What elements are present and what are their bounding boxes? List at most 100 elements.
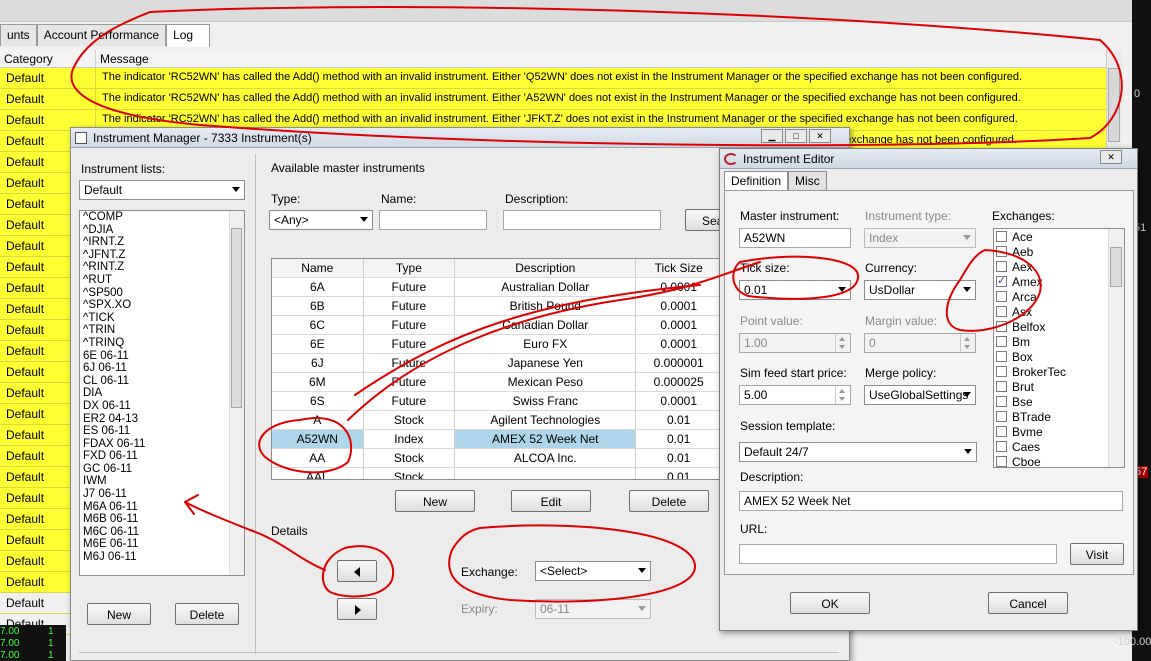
exchange-item[interactable]: Box (994, 349, 1124, 364)
instrument-manager-titlebar[interactable]: Instrument Manager - 7333 Instrument(s) (71, 128, 849, 148)
table-row[interactable]: AAL Stock 0.01 (272, 468, 722, 479)
checkbox[interactable] (996, 456, 1007, 467)
checkbox[interactable] (996, 246, 1007, 257)
instrument-editor-titlebar[interactable]: Instrument Editor (720, 149, 1137, 169)
checkbox[interactable] (996, 411, 1007, 422)
delete-list-button[interactable]: Delete (175, 603, 239, 625)
exchange-item[interactable]: Arca (994, 289, 1124, 304)
tab-log[interactable]: Log (166, 24, 211, 47)
exchange-item[interactable]: BrokerTec (994, 364, 1124, 379)
type-select[interactable]: <Any> (269, 210, 373, 230)
description-input[interactable]: AMEX 52 Week Net (739, 491, 1123, 511)
tab-accounts[interactable]: unts (0, 24, 37, 46)
list-item[interactable]: ^TRIN (80, 324, 244, 337)
list-item[interactable]: M6J 06-11 (80, 551, 244, 564)
table-row[interactable]: 6A Future Australian Dollar 0.0001 (272, 278, 722, 297)
minimize-icon[interactable]: ▁ (761, 129, 783, 143)
list-item[interactable]: ER2 04-13 (80, 413, 244, 426)
checkbox[interactable] (996, 306, 1007, 317)
table-row[interactable]: 6C Future Canadian Dollar 0.0001 (272, 316, 722, 335)
table-row[interactable]: AA Stock ALCOA Inc. 0.01 (272, 449, 722, 468)
header-tick-size[interactable]: Tick Size (636, 259, 722, 277)
checkbox[interactable] (996, 351, 1007, 362)
list-item[interactable]: J7 06-11 (80, 488, 244, 501)
list-item[interactable]: M6B 06-11 (80, 513, 244, 526)
list-item[interactable]: CL 06-11 (80, 375, 244, 388)
list-item[interactable]: ^TICK (80, 312, 244, 325)
table-row[interactable]: 6E Future Euro FX 0.0001 (272, 335, 722, 354)
exchange-item[interactable]: Belfox (994, 319, 1124, 334)
visit-button[interactable]: Visit (1070, 543, 1124, 565)
exchange-item[interactable]: Cboe (994, 454, 1124, 467)
list-item[interactable]: ES 06-11 (80, 425, 244, 438)
instrument-type-select[interactable]: Index (864, 228, 976, 248)
name-input[interactable] (379, 210, 487, 230)
log-row[interactable]: Default The indicator 'RC52WN' has calle… (0, 68, 1106, 89)
instrument-lists-select[interactable]: Default (79, 180, 245, 200)
header-name[interactable]: Name (272, 259, 364, 277)
exchange-item[interactable]: Bse (994, 394, 1124, 409)
close-icon[interactable]: ✕ (809, 129, 831, 143)
exchange-item[interactable]: BTrade (994, 409, 1124, 424)
exchange-item[interactable]: Ace (994, 229, 1124, 244)
log-row[interactable]: Default The indicator 'RC52WN' has calle… (0, 89, 1106, 110)
list-item[interactable]: FXD 06-11 (80, 450, 244, 463)
table-row[interactable]: 6B Future British Pound 0.0001 (272, 297, 722, 316)
spinner-icon[interactable] (960, 334, 974, 352)
tab-misc[interactable]: Misc (788, 171, 827, 190)
spinner-icon[interactable] (835, 386, 849, 404)
tab-account-performance[interactable]: Account Performance (36, 24, 167, 46)
checkbox[interactable] (996, 381, 1007, 392)
list-item[interactable]: ^IRNT.Z (80, 236, 244, 249)
session-template-select[interactable]: Default 24/7 (739, 442, 977, 462)
tick-size-select[interactable]: 0.01 (739, 280, 851, 300)
checkbox[interactable] (996, 291, 1007, 302)
column-category[interactable]: Category (0, 50, 96, 67)
exchange-item[interactable]: Amex (994, 274, 1124, 289)
cancel-button[interactable]: Cancel (988, 592, 1068, 614)
ok-button[interactable]: OK (790, 592, 870, 614)
margin-value-input[interactable]: 0 (864, 333, 976, 353)
move-right-button[interactable] (337, 598, 377, 620)
point-value-input[interactable]: 1.00 (739, 333, 851, 353)
checkbox[interactable] (996, 441, 1007, 452)
exchange-item[interactable]: Caes (994, 439, 1124, 454)
list-item[interactable]: ^COMP (80, 211, 244, 224)
list-item[interactable]: 6E 06-11 (80, 350, 244, 363)
exchange-item[interactable]: Asx (994, 304, 1124, 319)
instrument-list[interactable]: ^COMP ^DJIA ^IRNT.Z ^JFNT.Z ^RINT.Z ^RUT… (79, 210, 245, 576)
list-item[interactable]: ^SPX.XO (80, 299, 244, 312)
list-item[interactable]: ^RINT.Z (80, 261, 244, 274)
exchange-item[interactable]: Bvme (994, 424, 1124, 439)
exchange-item[interactable]: Aex (994, 259, 1124, 274)
list-item[interactable]: ^RUT (80, 274, 244, 287)
checkbox[interactable] (996, 231, 1007, 242)
table-row[interactable]: 6S Future Swiss Franc 0.0001 (272, 392, 722, 411)
spinner-icon[interactable] (835, 334, 849, 352)
close-icon[interactable]: ✕ (1100, 150, 1122, 164)
list-item[interactable]: 6J 06-11 (80, 362, 244, 375)
exchange-item[interactable]: Bm (994, 334, 1124, 349)
exchange-item[interactable]: Brut (994, 379, 1124, 394)
list-item[interactable]: FDAX 06-11 (80, 438, 244, 451)
new-instrument-button[interactable]: New (395, 490, 475, 512)
url-input[interactable] (739, 544, 1057, 564)
list-item[interactable]: ^JFNT.Z (80, 249, 244, 262)
move-left-button[interactable] (337, 560, 377, 582)
checkbox[interactable] (996, 366, 1007, 377)
table-row[interactable]: 6J Future Japanese Yen 0.000001 (272, 354, 722, 373)
log-scroll-thumb[interactable] (1108, 68, 1120, 142)
list-item[interactable]: DIA (80, 387, 244, 400)
header-description[interactable]: Description (455, 259, 637, 277)
list-item[interactable]: ^SP500 (80, 287, 244, 300)
checkbox-checked[interactable] (996, 274, 1007, 287)
tab-definition[interactable]: Definition (724, 171, 789, 191)
checkbox[interactable] (996, 336, 1007, 347)
description-input[interactable] (503, 210, 661, 230)
list-item[interactable]: GC 06-11 (80, 463, 244, 476)
list-item[interactable]: DX 06-11 (80, 400, 244, 413)
sim-feed-input[interactable]: 5.00 (739, 385, 851, 405)
list-item[interactable]: ^DJIA (80, 224, 244, 237)
list-item[interactable]: M6C 06-11 (80, 526, 244, 539)
instrument-list-scroll-thumb[interactable] (231, 228, 242, 408)
